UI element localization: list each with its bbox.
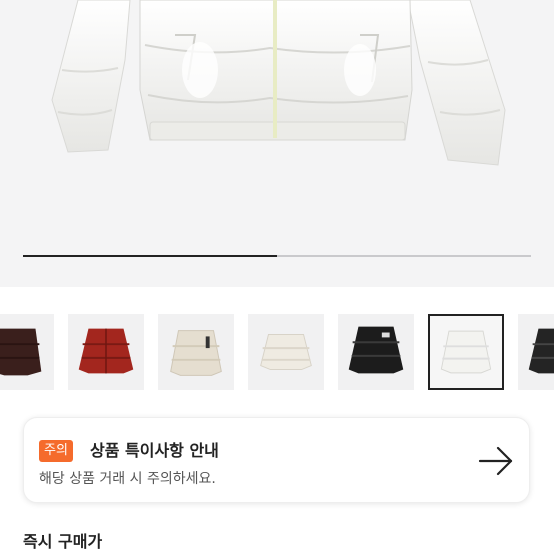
white-jacket-image (440, 330, 492, 374)
black-jacket-image (348, 326, 404, 374)
arrow-right-icon[interactable] (477, 444, 515, 478)
gallery-progress-fill (23, 255, 277, 257)
notice-title: 상품 특이사항 안내 (90, 441, 219, 460)
thumbnail-white-jacket[interactable] (428, 314, 504, 390)
brown-jacket-image (0, 328, 42, 376)
red-jacket-image (78, 328, 134, 374)
thumbnail-red-jacket[interactable] (68, 314, 144, 390)
notice-description: 해당 상품 거래 시 주의하세요. (39, 471, 216, 487)
product-main-image[interactable] (0, 0, 554, 287)
product-notice-card[interactable]: 주의 상품 특이사항 안내 해당 상품 거래 시 주의하세요. (23, 417, 530, 503)
thumbnail-cream-jacket[interactable] (158, 314, 234, 390)
thumbnail-brown-jacket[interactable] (0, 314, 54, 390)
ivory-jacket-image (260, 333, 312, 371)
thumbnail-strip[interactable] (0, 314, 554, 392)
jacket-illustration (51, 0, 506, 166)
thumbnail-black-jacket-2[interactable] (518, 314, 554, 390)
gallery-progress-track[interactable] (23, 255, 531, 257)
thumbnail-ivory-jacket[interactable] (248, 314, 324, 390)
caution-badge: 주의 (39, 440, 73, 462)
instant-buy-price-heading: 즉시 구매가 (23, 532, 103, 551)
black-jacket-2-image (528, 328, 554, 374)
cream-jacket-image (170, 330, 222, 376)
thumbnail-black-jacket[interactable] (338, 314, 414, 390)
